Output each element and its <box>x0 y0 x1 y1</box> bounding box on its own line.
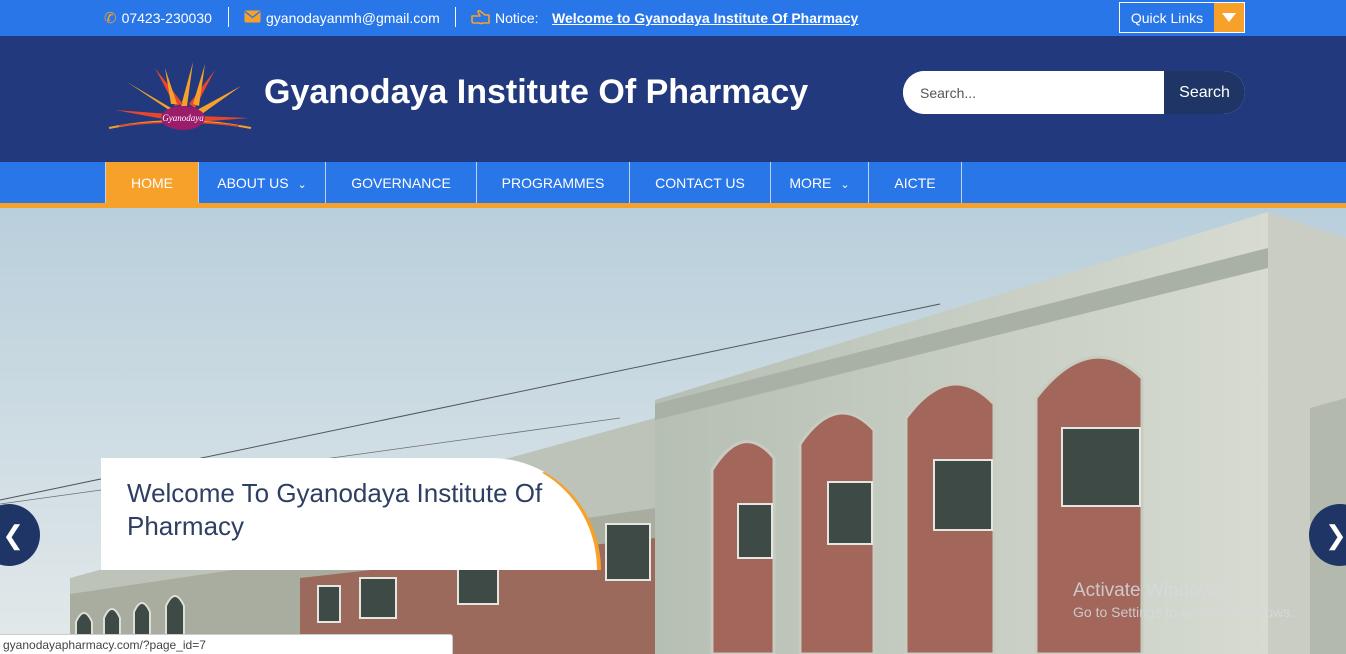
slide-caption-text: Welcome To Gyanodaya Institute Of Pharma… <box>127 478 543 541</box>
nav-item-label: GOVERNANCE <box>351 174 451 191</box>
envelope-icon <box>244 10 261 26</box>
notice-link-wrap: Welcome to Gyanodaya Institute Of Pharma… <box>552 0 858 36</box>
watermark-title: Activate Windows <box>1073 580 1223 601</box>
caret-down-icon <box>1222 13 1236 22</box>
site-header: Gyanodaya Gyanodaya Institute Of Pharmac… <box>0 36 1346 162</box>
chevron-left-icon: ❮ <box>2 519 24 550</box>
nav-item-about-us[interactable]: ABOUT US ⌄ <box>199 162 326 203</box>
watermark-subtitle: Go to Settings to activate Windows. <box>1073 604 1294 620</box>
nav-item-label: MORE <box>789 174 832 191</box>
notice: Notice: <box>471 0 539 36</box>
nav-item-label: PROGRAMMES <box>501 174 605 191</box>
quick-links-toggle[interactable] <box>1214 3 1244 32</box>
notice-link[interactable]: Welcome to Gyanodaya Institute Of Pharma… <box>552 10 858 26</box>
site-title[interactable]: Gyanodaya Institute Of Pharmacy <box>264 73 808 112</box>
divider <box>455 7 456 27</box>
browser-status-bar: gyanodayapharmacy.com/?page_id=7 <box>0 634 453 654</box>
email-address: gyanodayanmh@gmail.com <box>266 10 440 26</box>
site-logo[interactable]: Gyanodaya <box>105 58 253 134</box>
hero-slider: Welcome To Gyanodaya Institute Of Pharma… <box>0 208 1346 654</box>
divider <box>228 7 229 27</box>
nav-item-label: CONTACT US <box>655 174 745 191</box>
chevron-down-icon: ⌄ <box>840 178 850 191</box>
top-bar: ✆ 07423-230030 gyanodayanmh@gmail.com No… <box>0 0 1346 36</box>
hand-pointer-icon <box>471 9 490 28</box>
nav-item-more[interactable]: MORE ⌄ <box>771 162 869 203</box>
phone-icon: ✆ <box>104 10 117 27</box>
logo-text: Gyanodaya <box>162 113 204 123</box>
search-button[interactable]: Search <box>1164 71 1245 114</box>
phone-contact[interactable]: ✆ 07423-230030 <box>104 0 212 36</box>
windows-activation-watermark: Activate Windows Go to Settings to activ… <box>1073 580 1294 620</box>
quick-links-dropdown[interactable]: Quick Links <box>1119 2 1245 33</box>
nav-item-aicte[interactable]: AICTE <box>869 162 962 203</box>
notice-label: Notice: <box>495 10 539 26</box>
search-input[interactable] <box>903 71 1164 114</box>
search-form: Search <box>903 71 1245 114</box>
chevron-down-icon: ⌄ <box>297 178 307 191</box>
status-url: gyanodayapharmacy.com/?page_id=7 <box>3 637 206 652</box>
nav-item-label: ABOUT US <box>217 174 289 191</box>
nav-item-label: AICTE <box>894 174 936 191</box>
slide-caption: Welcome To Gyanodaya Institute Of Pharma… <box>101 458 601 570</box>
chevron-right-icon: ❯ <box>1325 519 1346 550</box>
nav-item-programmes[interactable]: PROGRAMMES <box>477 162 630 203</box>
nav-item-home[interactable]: HOME <box>106 162 199 203</box>
main-nav: HOME ABOUT US ⌄ GOVERNANCE PROGRAMMES CO… <box>0 162 1346 203</box>
email-contact[interactable]: gyanodayanmh@gmail.com <box>244 0 440 36</box>
nav-item-contact-us[interactable]: CONTACT US <box>630 162 771 203</box>
quick-links-label[interactable]: Quick Links <box>1120 3 1214 32</box>
nav-item-label: HOME <box>131 174 173 191</box>
phone-number: 07423-230030 <box>121 10 212 26</box>
nav-item-governance[interactable]: GOVERNANCE <box>326 162 477 203</box>
